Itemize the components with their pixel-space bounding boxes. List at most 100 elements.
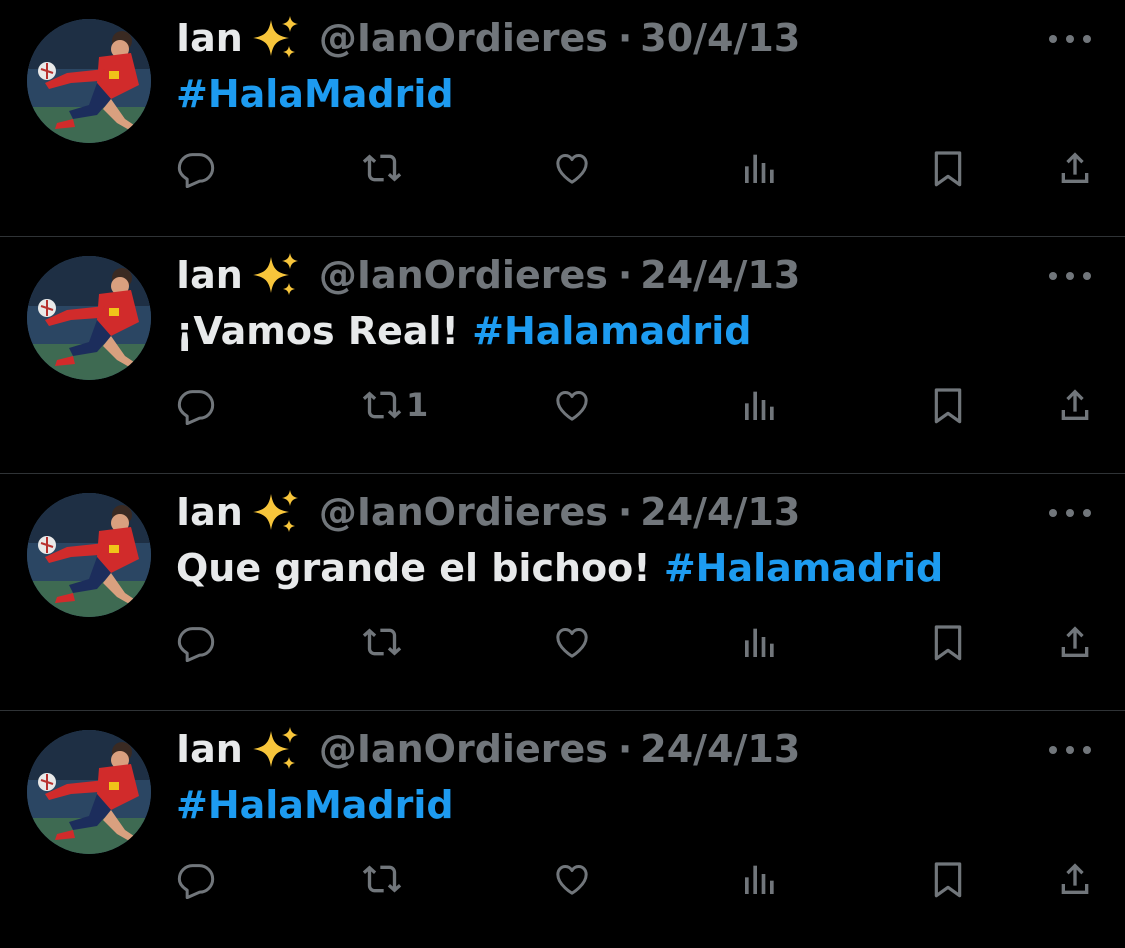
bookmark-button[interactable] <box>928 143 968 193</box>
share-icon <box>1061 389 1089 420</box>
share-button[interactable] <box>1055 143 1095 193</box>
tweet-actions <box>0 617 1125 667</box>
user-handle[interactable]: @IanOrdieres <box>319 490 608 534</box>
views-icon <box>745 628 774 657</box>
like-icon <box>556 154 588 184</box>
retweet-icon <box>362 865 402 893</box>
bookmark-icon <box>934 388 962 424</box>
avatar[interactable] <box>27 19 151 143</box>
bookmark-icon <box>934 625 962 661</box>
views-button[interactable] <box>740 617 780 667</box>
retweet-button[interactable]: 1 <box>360 380 428 430</box>
share-button[interactable] <box>1055 617 1095 667</box>
hashtag-link[interactable]: #Halamadrid <box>664 546 943 590</box>
sparkles-icon <box>249 14 301 62</box>
tweet[interactable]: Ian @IanOrdieres · 24/4/13 #HalaMadrid <box>0 711 1125 948</box>
display-name[interactable]: Ian <box>176 490 243 534</box>
more-options-icon[interactable] <box>1049 737 1091 763</box>
avatar[interactable] <box>27 493 151 617</box>
retweet-button[interactable] <box>360 143 406 193</box>
sparkles-icon <box>249 725 301 773</box>
reply-button[interactable] <box>176 854 216 904</box>
views-icon <box>745 865 774 894</box>
views-button[interactable] <box>740 143 780 193</box>
tweet-text: Que grande el bichoo! #Halamadrid <box>176 542 943 594</box>
more-options-icon[interactable] <box>1049 263 1091 289</box>
retweet-icon <box>362 628 402 656</box>
tweet[interactable]: Ian @IanOrdieres · 30/4/13 #HalaMadrid <box>0 0 1125 236</box>
reply-icon <box>177 864 215 899</box>
bookmark-button[interactable] <box>928 380 968 430</box>
tweet-actions <box>0 143 1125 193</box>
bookmark-button[interactable] <box>928 854 968 904</box>
separator-dot: · <box>617 490 633 534</box>
like-button[interactable] <box>551 380 593 430</box>
views-button[interactable] <box>740 854 780 904</box>
share-button[interactable] <box>1055 380 1095 430</box>
sparkles-icon <box>249 488 301 536</box>
reply-button[interactable] <box>176 380 216 430</box>
tweet-text: #HalaMadrid <box>176 779 454 831</box>
like-icon <box>556 628 588 658</box>
tweet[interactable]: Ian @IanOrdieres · 24/4/13 ¡Vamos Real! … <box>0 237 1125 473</box>
sparkles-icon <box>249 251 301 299</box>
tweet-text: #HalaMadrid <box>176 68 454 120</box>
user-handle[interactable]: @IanOrdieres <box>319 727 608 771</box>
like-button[interactable] <box>551 617 593 667</box>
hashtag-link[interactable]: #HalaMadrid <box>176 783 454 827</box>
share-button[interactable] <box>1055 854 1095 904</box>
tweet-text: ¡Vamos Real! #Halamadrid <box>176 305 751 357</box>
separator-dot: · <box>617 253 633 297</box>
tweet[interactable]: Ian @IanOrdieres · 24/4/13 Que grande el… <box>0 474 1125 710</box>
tweet-date[interactable]: 24/4/13 <box>640 727 800 771</box>
reply-icon <box>177 153 215 188</box>
display-name[interactable]: Ian <box>176 253 243 297</box>
display-name[interactable]: Ian <box>176 16 243 60</box>
retweet-icon <box>362 154 402 182</box>
bookmark-icon <box>934 151 962 187</box>
tweet-header: Ian @IanOrdieres · 24/4/13 <box>176 249 800 301</box>
like-icon <box>556 391 588 421</box>
tweet-actions <box>0 854 1125 904</box>
like-icon <box>556 865 588 895</box>
tweet-header: Ian @IanOrdieres · 30/4/13 <box>176 12 800 64</box>
tweet-date[interactable]: 24/4/13 <box>640 490 800 534</box>
retweet-button[interactable] <box>360 854 406 904</box>
tweet-feed: Ian @IanOrdieres · 30/4/13 #HalaMadrid I… <box>0 0 1125 948</box>
tweet-header: Ian @IanOrdieres · 24/4/13 <box>176 486 800 538</box>
reply-icon <box>177 390 215 425</box>
share-icon <box>1061 152 1089 183</box>
views-icon <box>745 391 774 420</box>
share-icon <box>1061 626 1089 657</box>
views-button[interactable] <box>740 380 780 430</box>
retweet-count: 1 <box>406 386 429 424</box>
reply-button[interactable] <box>176 143 216 193</box>
more-options-icon[interactable] <box>1049 500 1091 526</box>
more-options-icon[interactable] <box>1049 26 1091 52</box>
tweet-date[interactable]: 24/4/13 <box>640 253 800 297</box>
avatar[interactable] <box>27 730 151 854</box>
user-handle[interactable]: @IanOrdieres <box>319 253 608 297</box>
separator-dot: · <box>617 727 633 771</box>
tweet-date[interactable]: 30/4/13 <box>640 16 800 60</box>
display-name[interactable]: Ian <box>176 727 243 771</box>
like-button[interactable] <box>551 143 593 193</box>
like-button[interactable] <box>551 854 593 904</box>
avatar[interactable] <box>27 256 151 380</box>
hashtag-link[interactable]: #Halamadrid <box>472 309 751 353</box>
avatar-photo <box>27 19 151 143</box>
retweet-icon <box>362 391 402 419</box>
tweet-actions: 1 <box>0 380 1125 430</box>
hashtag-link[interactable]: #HalaMadrid <box>176 72 454 116</box>
retweet-button[interactable] <box>360 617 406 667</box>
views-icon <box>745 154 774 183</box>
user-handle[interactable]: @IanOrdieres <box>319 16 608 60</box>
bookmark-icon <box>934 862 962 898</box>
tweet-header: Ian @IanOrdieres · 24/4/13 <box>176 723 800 775</box>
separator-dot: · <box>617 16 633 60</box>
bookmark-button[interactable] <box>928 617 968 667</box>
avatar-photo <box>27 730 151 854</box>
avatar-photo <box>27 256 151 380</box>
avatar-photo <box>27 493 151 617</box>
reply-button[interactable] <box>176 617 216 667</box>
